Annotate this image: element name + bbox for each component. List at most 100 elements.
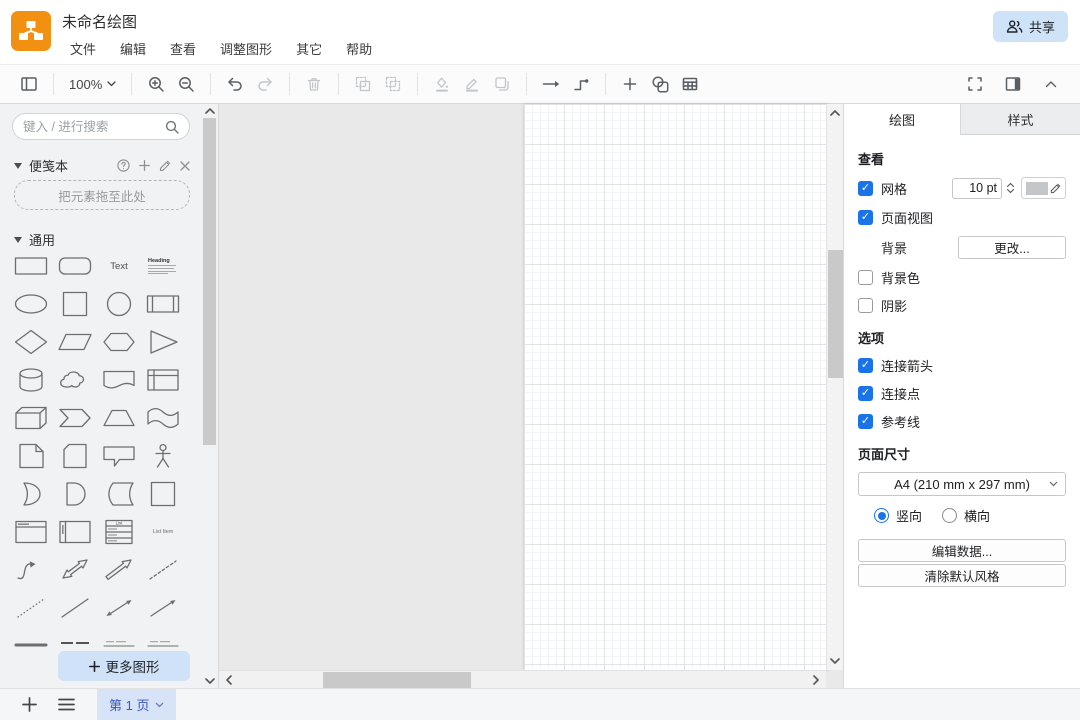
- canvas-vertical-scrollbar[interactable]: [826, 104, 843, 670]
- menu-edit[interactable]: 编辑: [120, 39, 146, 58]
- grid-color-button[interactable]: [1021, 177, 1066, 199]
- edit-scratchpad-icon[interactable]: [159, 160, 171, 172]
- shape-list-item[interactable]: List Item: [145, 513, 181, 551]
- page-view-checkbox[interactable]: [858, 210, 873, 225]
- shape-list[interactable]: List: [101, 513, 137, 551]
- shape-container[interactable]: [145, 475, 181, 513]
- insert-icon[interactable]: [615, 70, 645, 98]
- toggle-format-panel-icon[interactable]: [998, 70, 1028, 98]
- shape-square[interactable]: [57, 285, 93, 323]
- redo-icon[interactable]: [250, 70, 280, 98]
- scratchpad-dropzone[interactable]: 把元素拖至此处: [14, 180, 190, 210]
- grid-size-input[interactable]: [952, 178, 1002, 199]
- line-color-icon[interactable]: [457, 70, 487, 98]
- pages-menu-button[interactable]: [58, 698, 75, 711]
- shape-trapezoid[interactable]: [101, 399, 137, 437]
- shape-search-input[interactable]: [23, 120, 165, 134]
- shape-and[interactable]: [57, 475, 93, 513]
- shape-curve[interactable]: [13, 551, 49, 589]
- menu-file[interactable]: 文件: [70, 39, 96, 58]
- sidebar-scrollbar[interactable]: [202, 104, 217, 688]
- scroll-down-icon[interactable]: [827, 654, 843, 668]
- insert-shape-icon[interactable]: [645, 70, 675, 98]
- shape-parallelogram[interactable]: [57, 323, 93, 361]
- fill-color-icon[interactable]: [427, 70, 457, 98]
- shape-hexagon[interactable]: [101, 323, 137, 361]
- shape-step[interactable]: [57, 399, 93, 437]
- shape-bidirectional-arrow[interactable]: [57, 551, 93, 589]
- scroll-up-icon[interactable]: [827, 106, 843, 120]
- share-button[interactable]: 共享: [993, 11, 1068, 42]
- shape-cylinder[interactable]: [13, 361, 49, 399]
- scroll-right-icon[interactable]: [808, 671, 824, 688]
- scroll-up-icon[interactable]: [202, 104, 217, 118]
- canvas-horizontal-scrollbar-thumb[interactable]: [323, 672, 471, 688]
- landscape-radio[interactable]: 横向: [942, 506, 990, 525]
- shape-actor[interactable]: [145, 437, 181, 475]
- shape-triangle[interactable]: [145, 323, 181, 361]
- shape-data-storage[interactable]: [101, 475, 137, 513]
- toggle-shapes-panel-icon[interactable]: [14, 70, 44, 98]
- background-color-checkbox[interactable]: [858, 270, 873, 285]
- to-front-icon[interactable]: [348, 70, 378, 98]
- shape-link[interactable]: [13, 627, 49, 649]
- zoom-level-dropdown[interactable]: 100%: [63, 70, 122, 98]
- scroll-down-icon[interactable]: [202, 674, 217, 688]
- page-tab[interactable]: 第 1 页: [97, 689, 176, 720]
- shape-directional-connector[interactable]: [145, 589, 181, 627]
- menu-extras[interactable]: 其它: [296, 39, 322, 58]
- collapse-triangle-icon[interactable]: [14, 237, 22, 243]
- shape-labeled-connector[interactable]: [145, 627, 181, 649]
- shape-cloud[interactable]: [57, 361, 93, 399]
- grid-checkbox[interactable]: [858, 181, 873, 196]
- zoom-out-icon[interactable]: [171, 70, 201, 98]
- shape-text[interactable]: Text: [101, 247, 137, 285]
- tab-style[interactable]: 样式: [961, 104, 1080, 135]
- collapse-triangle-icon[interactable]: [14, 163, 22, 169]
- edit-data-button[interactable]: 编辑数据...: [858, 539, 1066, 562]
- shape-callout[interactable]: [101, 437, 137, 475]
- shape-link-label[interactable]: [57, 627, 93, 649]
- guides-checkbox[interactable]: [858, 414, 873, 429]
- delete-icon[interactable]: [299, 70, 329, 98]
- connection-arrows-checkbox[interactable]: [858, 358, 873, 373]
- shape-bidirectional-connector[interactable]: [101, 589, 137, 627]
- connection-arrow-icon[interactable]: [536, 70, 566, 98]
- shape-textbox[interactable]: Heading: [145, 247, 181, 285]
- shape-diamond[interactable]: [13, 323, 49, 361]
- portrait-radio[interactable]: 竖向: [874, 506, 922, 525]
- shape-internal-frame[interactable]: [13, 513, 49, 551]
- to-back-icon[interactable]: [378, 70, 408, 98]
- scroll-left-icon[interactable]: [221, 671, 237, 688]
- canvas[interactable]: [218, 104, 843, 688]
- shadow-icon[interactable]: [487, 70, 517, 98]
- menu-arrange[interactable]: 调整图形: [220, 39, 272, 58]
- shape-labeled-line[interactable]: [101, 627, 137, 649]
- sidebar-scrollbar-thumb[interactable]: [203, 118, 216, 445]
- tab-diagram[interactable]: 绘图: [844, 104, 961, 135]
- grid-size-stepper[interactable]: [1004, 183, 1016, 193]
- table-icon[interactable]: [675, 70, 705, 98]
- connection-points-checkbox[interactable]: [858, 386, 873, 401]
- shape-arrow[interactable]: [101, 551, 137, 589]
- page-size-select[interactable]: A4 (210 mm x 297 mm): [858, 472, 1066, 496]
- shape-dotted-line[interactable]: [13, 589, 49, 627]
- shape-vertical-container[interactable]: [57, 513, 93, 551]
- add-to-scratchpad-icon[interactable]: [139, 160, 150, 171]
- canvas-horizontal-scrollbar[interactable]: [219, 670, 826, 688]
- shape-or[interactable]: [13, 475, 49, 513]
- add-page-button[interactable]: [22, 697, 37, 712]
- shape-document[interactable]: [101, 361, 137, 399]
- shape-process[interactable]: [145, 285, 181, 323]
- shape-internal-storage[interactable]: [145, 361, 181, 399]
- canvas-vertical-scrollbar-thumb[interactable]: [828, 250, 843, 378]
- shape-dashed-line[interactable]: [145, 551, 181, 589]
- shadow-checkbox[interactable]: [858, 298, 873, 313]
- shape-line[interactable]: [57, 589, 93, 627]
- waypoint-style-icon[interactable]: [566, 70, 596, 98]
- shape-tape[interactable]: [145, 399, 181, 437]
- change-background-button[interactable]: 更改...: [958, 236, 1066, 259]
- shape-card[interactable]: [57, 437, 93, 475]
- shape-rectangle[interactable]: [13, 247, 49, 285]
- more-shapes-button[interactable]: 更多图形: [58, 651, 190, 681]
